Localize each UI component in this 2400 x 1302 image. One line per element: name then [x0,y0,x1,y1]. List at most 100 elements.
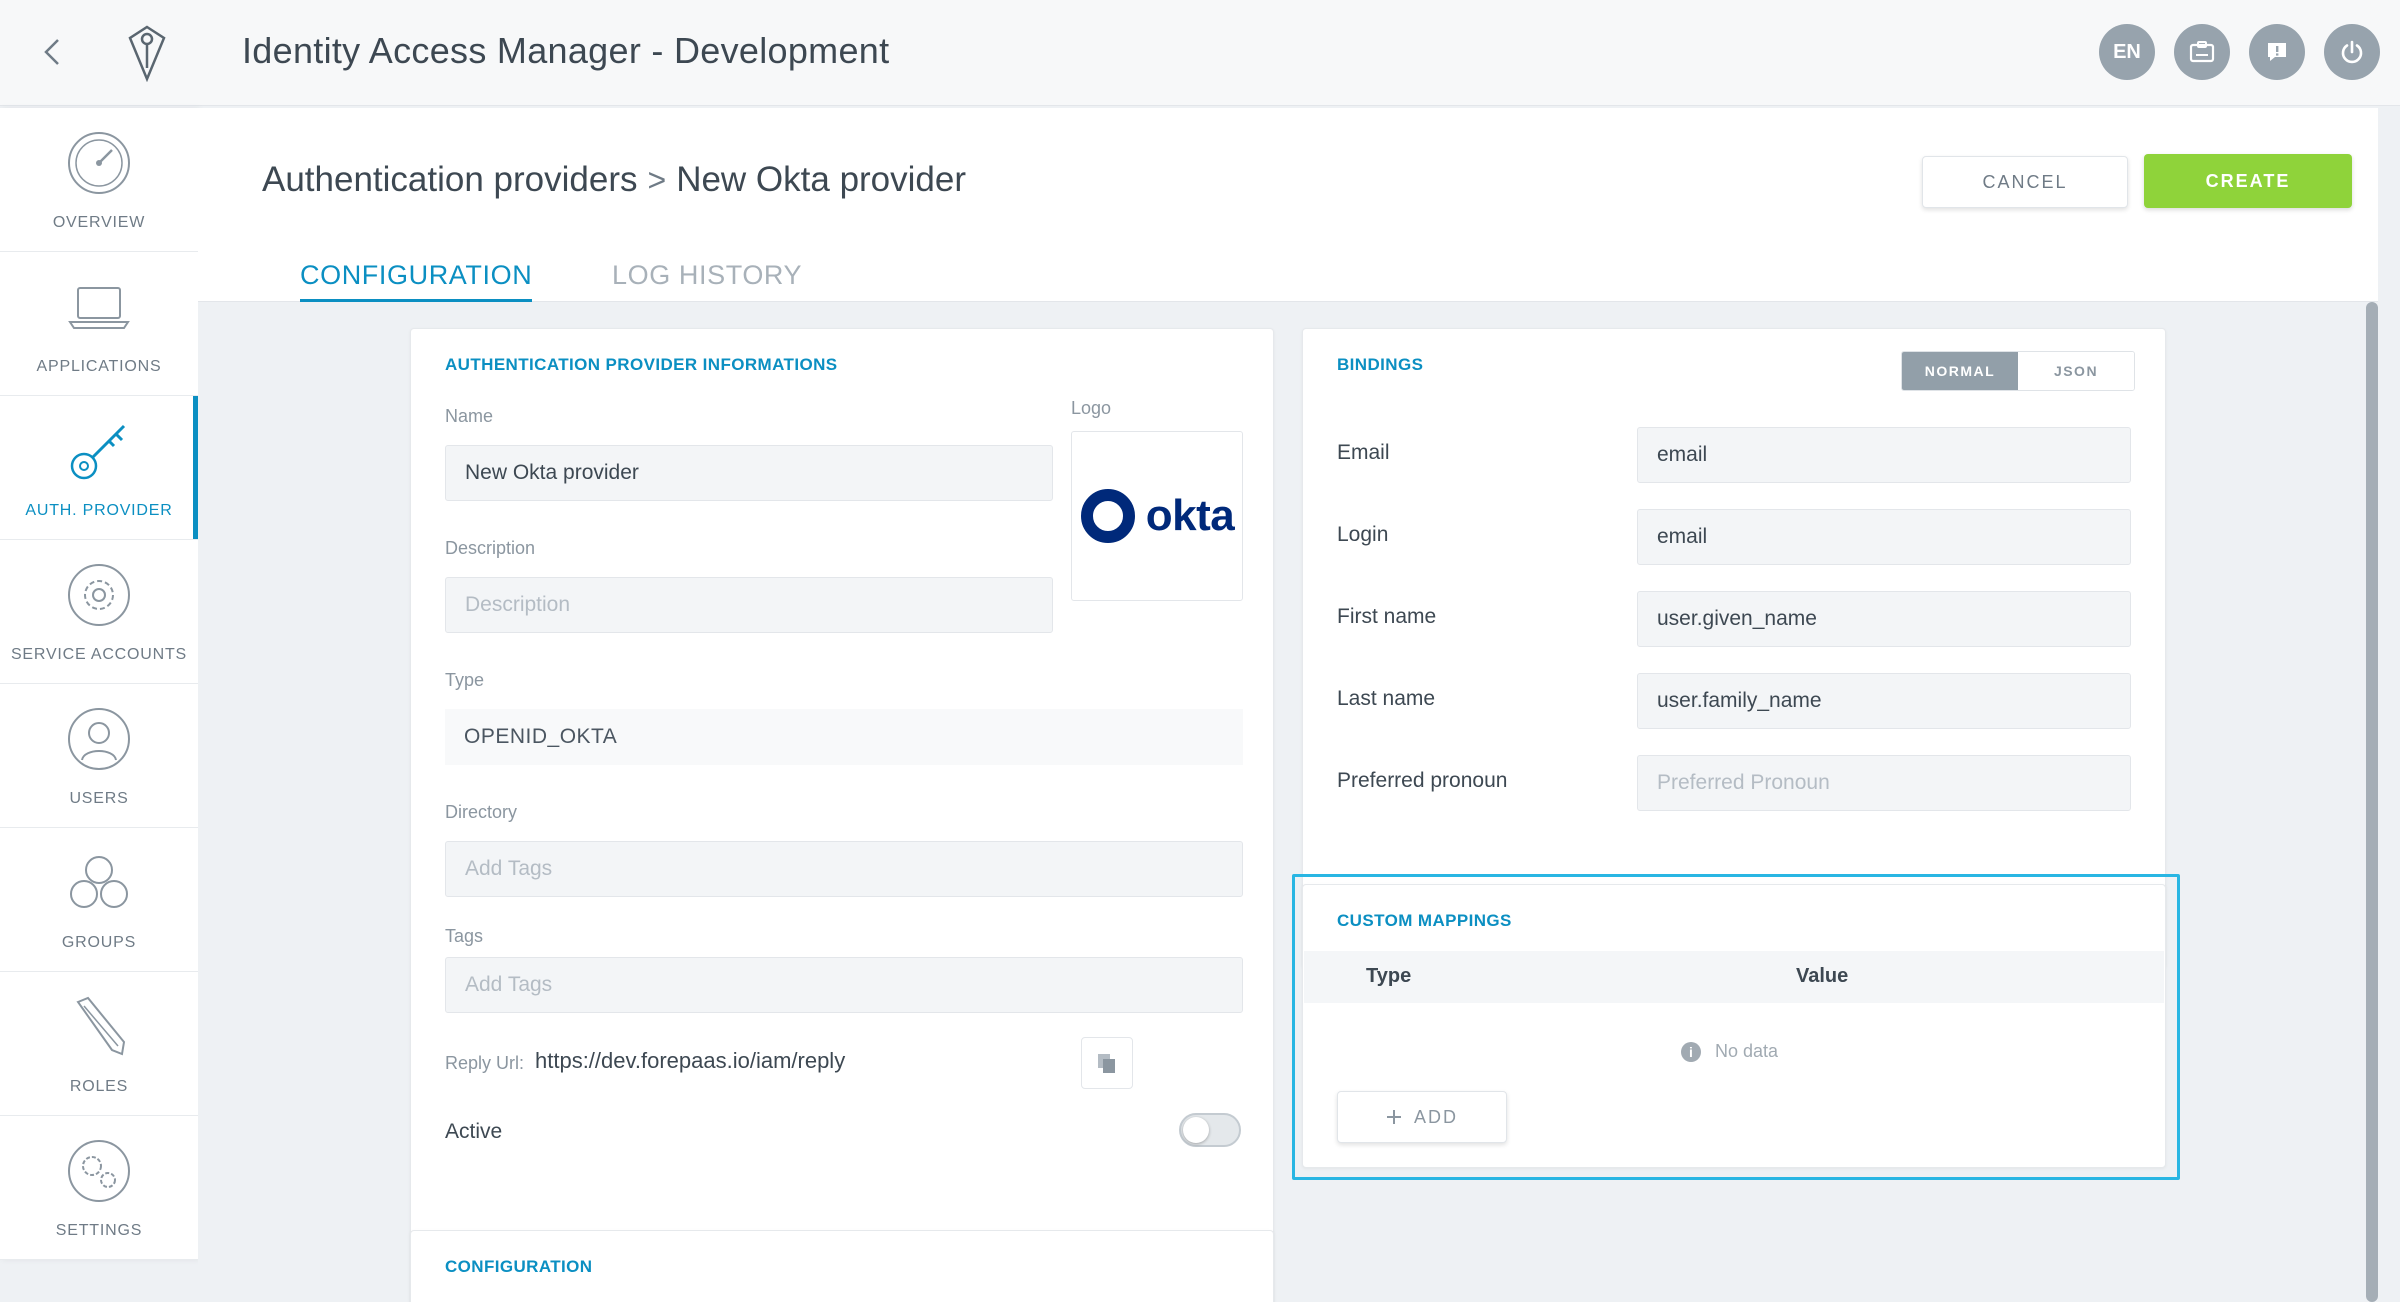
breadcrumb-root-link[interactable]: Authentication providers [262,160,638,200]
power-icon [2341,40,2363,64]
sidebar-item-label: GROUPS [61,933,137,951]
reply-url-value: https://dev.forepaas.io/iam/reply [535,1048,846,1073]
cancel-button[interactable]: CANCEL [1922,156,2128,208]
sidebar-item-label: OVERVIEW [52,213,146,231]
bindings-title: BINDINGS [1337,355,1424,374]
main-scrollbar[interactable] [2366,302,2378,1302]
mode-normal-option[interactable]: NORMAL [1902,352,2018,390]
gears-icon [68,1139,130,1202]
binding-input-first-name[interactable]: user.given_name [1637,591,2131,647]
sidebar-item-overview[interactable]: OVERVIEW [0,108,198,252]
top-bar: Identity Access Manager - Development EN [0,0,2400,106]
provider-info-card: AUTHENTICATION PROVIDER INFORMATIONS Nam… [410,328,1274,1302]
user-icon [68,707,130,770]
name-label: Name [445,406,494,426]
provider-info-title: AUTHENTICATION PROVIDER INFORMATIONS [445,355,838,374]
pencil-icon [76,996,126,1055]
sidebar-item-label: USERS [69,789,129,807]
custom-mappings-table-header: Type Value [1304,951,2164,1003]
binding-label-preferred-pronoun: Preferred pronoun [1337,769,1508,792]
sidebar-item-settings[interactable]: SETTINGS [0,1116,198,1260]
logout-button[interactable] [2324,24,2380,80]
active-toggle[interactable] [1179,1113,1241,1147]
main-panel: Authentication providers > New Okta prov… [198,108,2378,1302]
logo-label: Logo [1071,398,1112,418]
sidebar-item-roles[interactable]: ROLES [0,972,198,1116]
configuration-title: CONFIGURATION [445,1257,593,1276]
feedback-icon [2268,43,2286,61]
column-header-value: Value [1796,965,1849,987]
sidebar-item-label: SETTINGS [55,1221,143,1239]
breadcrumb-current: New Okta provider [676,160,967,199]
sidebar-item-label: SERVICE ACCOUNTS [10,645,188,663]
binding-input-login[interactable]: email [1637,509,2131,565]
binding-label-first-name: First name [1337,605,1437,628]
tags-label: Tags [445,926,484,946]
binding-label-email: Email [1337,441,1390,464]
configuration-card: CONFIGURATION [410,1230,1274,1302]
empty-state: i No data [1681,1041,1778,1062]
sidebar-item-label: AUTH. PROVIDER [25,501,173,519]
sidebar-item-auth-provider[interactable]: AUTH. PROVIDER [0,396,198,540]
plus-icon [1386,1110,1401,1124]
active-label: Active [445,1120,503,1143]
top-actions: EN [2099,24,2380,80]
breadcrumb: Authentication providers > New Okta prov… [262,160,966,200]
laptop-icon [68,286,130,329]
column-header-type: Type [1366,965,1412,987]
info-icon: i [1681,1041,1701,1062]
toggle-knob [1183,1117,1209,1143]
chevron-left-icon [44,39,59,65]
copy-url-button[interactable] [1081,1037,1133,1089]
directory-tags-input[interactable]: Add Tags [445,841,1243,897]
bindings-mode-toggle: NORMAL JSON [1901,351,2135,391]
sidebar-item-service-accounts[interactable]: SERVICE ACCOUNTS [0,540,198,684]
copy-icon [1098,1054,1115,1073]
binding-label-last-name: Last name [1337,687,1436,710]
empty-state-text: No data [1715,1041,1779,1061]
custom-mappings-title: CUSTOM MAPPINGS [1337,911,1512,930]
app-title: Identity Access Manager - Development [242,30,890,71]
gauge-icon [68,131,130,194]
create-button[interactable]: CREATE [2144,154,2352,208]
binding-label-login: Login [1337,523,1389,546]
mode-json-option[interactable]: JSON [2018,352,2134,390]
tags-input[interactable]: Add Tags [445,957,1243,1013]
id-card-icon [2189,41,2215,63]
sidebar-item-applications[interactable]: APPLICATIONS [0,252,198,396]
binding-input-email[interactable]: email [1637,427,2131,483]
type-value: OPENID_OKTA [445,709,1243,765]
sidebar-item-groups[interactable]: GROUPS [0,828,198,972]
sidebar: OVERVIEW APPLICATIONS AUTH. PROVIDER SER… [0,108,198,1260]
name-input[interactable]: New Okta provider [445,445,1053,501]
page-header: Authentication providers > New Okta prov… [198,108,2378,302]
okta-logo-icon [1080,489,1135,543]
language-button[interactable]: EN [2099,24,2155,80]
id-card-button[interactable] [2174,24,2230,80]
add-mapping-button[interactable]: ADD [1337,1091,1507,1143]
breadcrumb-separator: > [647,161,667,198]
logo-upload[interactable]: okta [1071,431,1243,601]
tab-log-history[interactable]: LOG HISTORY [612,260,802,299]
reply-url-label: Reply Url: [445,1053,525,1073]
tab-configuration[interactable]: CONFIGURATION [300,260,533,302]
description-label: Description [445,538,536,558]
okta-logo-text: okta [1145,491,1235,540]
sidebar-item-users[interactable]: USERS [0,684,198,828]
key-icon [70,424,126,479]
directory-label: Directory [445,802,518,822]
gear-badge-icon [68,563,130,626]
back-button[interactable] [30,30,74,74]
sidebar-item-label: APPLICATIONS [36,357,162,375]
description-input[interactable]: Description [445,577,1053,633]
feedback-button[interactable] [2249,24,2305,80]
app-logo-icon [128,25,166,82]
bindings-card: BINDINGS NORMAL JSON Email email Login e… [1302,328,2166,968]
add-button-label: ADD [1413,1106,1458,1127]
custom-mappings-card: CUSTOM MAPPINGS Type Value i No data ADD [1302,884,2166,1168]
binding-input-preferred-pronoun[interactable]: Preferred Pronoun [1637,755,2131,811]
type-label: Type [445,670,485,690]
group-icon [70,855,128,908]
binding-input-last-name[interactable]: user.family_name [1637,673,2131,729]
sidebar-item-label: ROLES [69,1077,129,1095]
